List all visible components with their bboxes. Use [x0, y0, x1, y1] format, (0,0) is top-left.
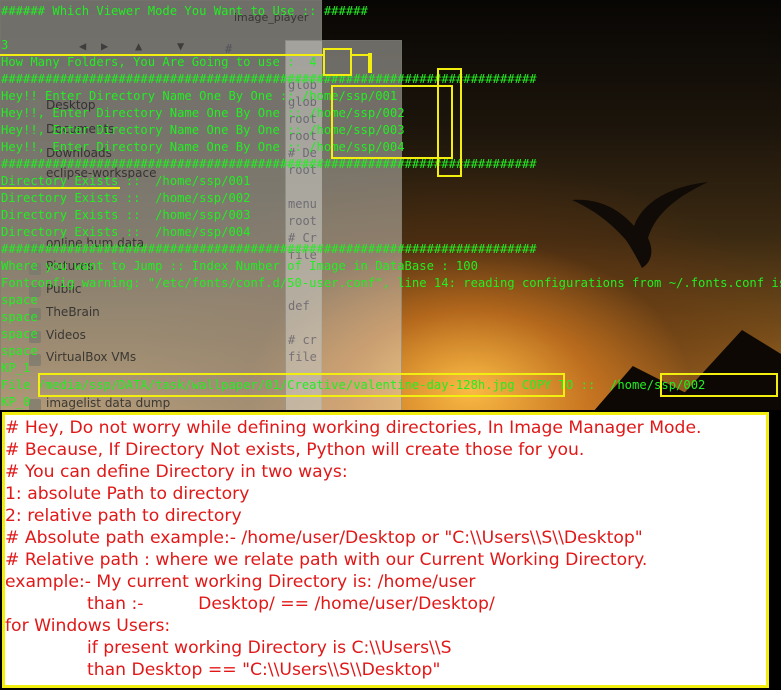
highlight-box-directory-suffix — [437, 68, 462, 177]
terminal-line-dir-exists: Directory Exists :: /home/ssp/003 — [1, 208, 251, 222]
terminal-line-dir-exists: Directory Exists :: /home/ssp/004 — [1, 225, 251, 239]
terminal-line-mode-prompt: ###### Which Viewer Mode You Want to Use… — [1, 4, 368, 18]
highlight-underline-folder-prompt — [0, 54, 324, 56]
terminal-line-folder-count: How Many Folders, You Are Going to use :… — [1, 55, 317, 69]
editor-fragment: root — [288, 214, 317, 228]
terminal-line-fontconfig-warning: Fontconfig warning: "/etc/fonts/conf.d/5… — [1, 276, 781, 290]
highlight-box-folder-count — [323, 48, 352, 76]
terminal-screenshot: image_player ◀ ▶ ▲ ▼ Desktop Documents D… — [0, 0, 781, 410]
note-line: # Absolute path example:- /home/user/Des… — [5, 528, 643, 548]
annotation-panel: # Hey, Do not worry while defining worki… — [2, 412, 769, 688]
sidebar-item-imagelist: imagelist data dump — [46, 396, 171, 410]
highlight-box-source-file — [38, 373, 565, 397]
terminal-line-mode-input: 3 — [1, 38, 9, 52]
note-line: if present working Directory is C:\\User… — [5, 638, 452, 658]
terminal-line-jump-index: Where you want to Jump :: Index Number o… — [1, 259, 478, 273]
terminal-line-key-kp1: KP_1 — [1, 361, 31, 375]
note-line: # You can define Directory in two ways: — [5, 462, 348, 482]
terminal-line-key-space: space — [1, 344, 38, 358]
terminal-line-key-space: space — [1, 310, 38, 324]
editor-fragment: menu — [288, 197, 317, 211]
sidebar-item-videos: Videos — [46, 328, 86, 342]
note-line: 2: relative path to directory — [5, 506, 242, 526]
highlight-box-destination-dir — [660, 373, 778, 397]
file-icon — [29, 399, 41, 410]
note-line: 1: absolute Path to directory — [5, 484, 250, 504]
highlight-underline-directory-exists — [0, 187, 120, 189]
sidebar-item-virtualbox: VirtualBox VMs — [46, 350, 137, 364]
note-line: than Desktop == "C:\\Users\\S\\Desktop" — [5, 660, 441, 680]
note-line: than :- Desktop/ == /home/user/Desktop/ — [5, 594, 495, 614]
sidebar-item-thebrain: TheBrain — [46, 305, 100, 319]
back-arrow-icon: ◀ — [79, 39, 87, 53]
editor-fragment: def — [288, 299, 310, 313]
terminal-line-key-kp0: KP_0 — [1, 395, 31, 409]
note-line: for Windows Users: — [5, 616, 171, 636]
terminal-line-key-space: space — [1, 327, 38, 341]
highlight-box-directory-inputs — [331, 85, 453, 159]
bird-silhouette-icon — [572, 182, 708, 268]
note-line: example:- My current working Directory i… — [5, 572, 476, 592]
note-line: # Relative path : where we relate path w… — [5, 550, 648, 570]
highlight-connector — [368, 53, 372, 73]
terminal-line-key-space: space — [1, 293, 38, 307]
note-line: # Because, If Directory Not exists, Pyth… — [5, 440, 585, 460]
terminal-line-dir-exists: Directory Exists :: /home/ssp/002 — [1, 191, 251, 205]
editor-fragment: file — [288, 350, 317, 364]
terminal-line-separator: ########################################… — [1, 242, 537, 256]
up-arrow-icon: ▲ — [135, 39, 143, 53]
editor-fragment: # cr — [288, 333, 317, 347]
down-arrow-icon: ▼ — [177, 39, 185, 53]
note-line: # Hey, Do not worry while defining worki… — [5, 418, 702, 438]
forward-arrow-icon: ▶ — [101, 39, 109, 53]
